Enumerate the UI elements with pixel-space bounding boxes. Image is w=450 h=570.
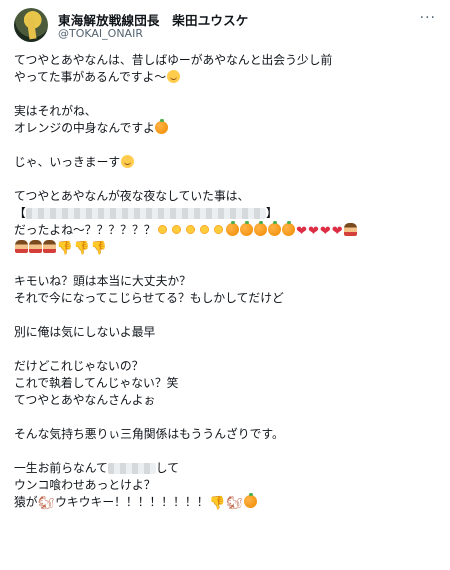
text-line: 👎👎👎 xyxy=(14,239,442,256)
heart-icon: ❤ xyxy=(331,224,343,239)
text: だったよね～？？？？？？ xyxy=(14,223,156,237)
sun-icon xyxy=(170,223,184,236)
text: 】 xyxy=(265,206,278,220)
text-line: じゃ、いっきまーす xyxy=(14,154,442,171)
text: 別に俺は気にしないよ最早 xyxy=(14,325,156,339)
text-line: オレンジの中身なんですよ xyxy=(14,119,442,137)
text: これで執着してんじゃない？笑 xyxy=(14,376,179,390)
text: 猿が xyxy=(14,495,38,509)
person-icon xyxy=(42,240,56,253)
text-line: 猿が🐿ウキウキー！！！！！！！！👎🐿 xyxy=(14,493,442,511)
sun-icon xyxy=(184,223,198,236)
orange-icon xyxy=(240,221,254,236)
tweet-body: てつやとあやなんは、昔しばゆーがあやなんと出会う少し前 やってた事があるんですよ… xyxy=(14,52,442,511)
orange-icon xyxy=(254,221,268,236)
text: てつやとあやなんは、昔しばゆーがあやなんと出会う少し前 xyxy=(14,53,333,67)
orange-icon xyxy=(155,119,169,134)
text: して xyxy=(155,461,180,475)
sun-icon xyxy=(212,223,226,236)
smiling-face-icon xyxy=(120,155,134,168)
text-line: だけどこれじゃないの？ xyxy=(14,358,442,375)
sun-icon xyxy=(156,223,170,236)
text: だけどこれじゃないの？ xyxy=(14,359,144,373)
text: てつやとあやなんさんよぉ xyxy=(14,393,156,407)
avatar[interactable] xyxy=(14,8,48,42)
text-line: てつやとあやなんが夜な夜なしていた事は、 xyxy=(14,188,442,205)
more-horizontal-icon[interactable]: ··· xyxy=(420,10,436,26)
text-line: てつやとあやなんさんよぉ xyxy=(14,392,442,409)
text: キモいね？頭は本当に大丈夫か？ xyxy=(14,274,191,288)
blurred-text xyxy=(107,463,156,474)
text-line: 別に俺は気にしないよ最早 xyxy=(14,324,442,341)
text-line: そんな気持ち悪りぃ三角関係はもううんざりです。 xyxy=(14,426,442,443)
thumbs-down-icon: 👎 xyxy=(90,241,108,256)
tweet-card: 東海解放戦線団長 柴田ユウスケ @TOKAI_ONAIR ··· てつやとあやな… xyxy=(0,0,450,570)
author-handle[interactable]: @TOKAI_ONAIR xyxy=(58,27,143,40)
text: それで今になってこじらせてる？もしかしてだけど xyxy=(14,291,284,305)
chipmunk-icon: 🐿 xyxy=(226,496,243,511)
sun-icon xyxy=(198,223,212,236)
thumbs-down-icon: 👎 xyxy=(56,241,73,256)
text-line: キモいね？頭は本当に大丈夫か？ xyxy=(14,273,442,290)
smiling-face-icon xyxy=(166,70,180,83)
tweet-header: 東海解放戦線団長 柴田ユウスケ @TOKAI_ONAIR ··· xyxy=(14,8,436,42)
thumbs-down-icon: 👎 xyxy=(209,496,226,511)
text: 一生お前らなんて xyxy=(14,461,108,475)
orange-icon xyxy=(268,221,282,236)
text-line: 実はそれがね、 xyxy=(14,103,442,120)
text: オレンジの中身なんですよ xyxy=(14,121,155,135)
text-line: これで執着してんじゃない？笑 xyxy=(14,375,442,392)
text: 実はそれがね、 xyxy=(14,104,97,118)
heart-icon: ❤ xyxy=(319,224,331,239)
orange-icon xyxy=(226,221,240,236)
text-line: 【】 xyxy=(14,205,442,222)
text: そんな気持ち悪りぃ三角関係はもううんざりです。 xyxy=(14,427,284,441)
chipmunk-icon: 🐿 xyxy=(38,496,55,511)
text: じゃ、いっきまーす xyxy=(14,155,121,169)
text: てつやとあやなんが夜な夜なしていた事は、 xyxy=(14,189,250,203)
person-icon xyxy=(343,223,357,236)
text-line: それで今になってこじらせてる？もしかしてだけど xyxy=(14,290,442,307)
orange-icon xyxy=(243,493,257,508)
person-icon xyxy=(28,240,42,253)
thumbs-down-icon: 👎 xyxy=(73,241,90,256)
text-line: 一生お前らなんて して xyxy=(14,460,442,477)
person-icon xyxy=(14,240,28,253)
text-line: ウンコ喰わせあっとけよ？ xyxy=(14,477,442,494)
text-line: てつやとあやなんは、昔しばゆーがあやなんと出会う少し前 xyxy=(14,52,442,69)
text: 【 xyxy=(14,206,26,220)
heart-icon: ❤ xyxy=(307,224,319,239)
text-line: だったよね～？？？？？？ ❤❤❤❤ xyxy=(14,221,442,239)
orange-icon xyxy=(282,221,296,236)
heart-icon: ❤ xyxy=(296,224,307,239)
text: やってた事があるんですよ～ xyxy=(14,70,167,84)
text: ウンコ喰わせあっとけよ？ xyxy=(14,478,156,492)
blurred-text xyxy=(25,208,266,219)
text: ウキウキー！！！！！！！！ xyxy=(55,495,209,509)
text-line: やってた事があるんですよ～ xyxy=(14,69,442,86)
